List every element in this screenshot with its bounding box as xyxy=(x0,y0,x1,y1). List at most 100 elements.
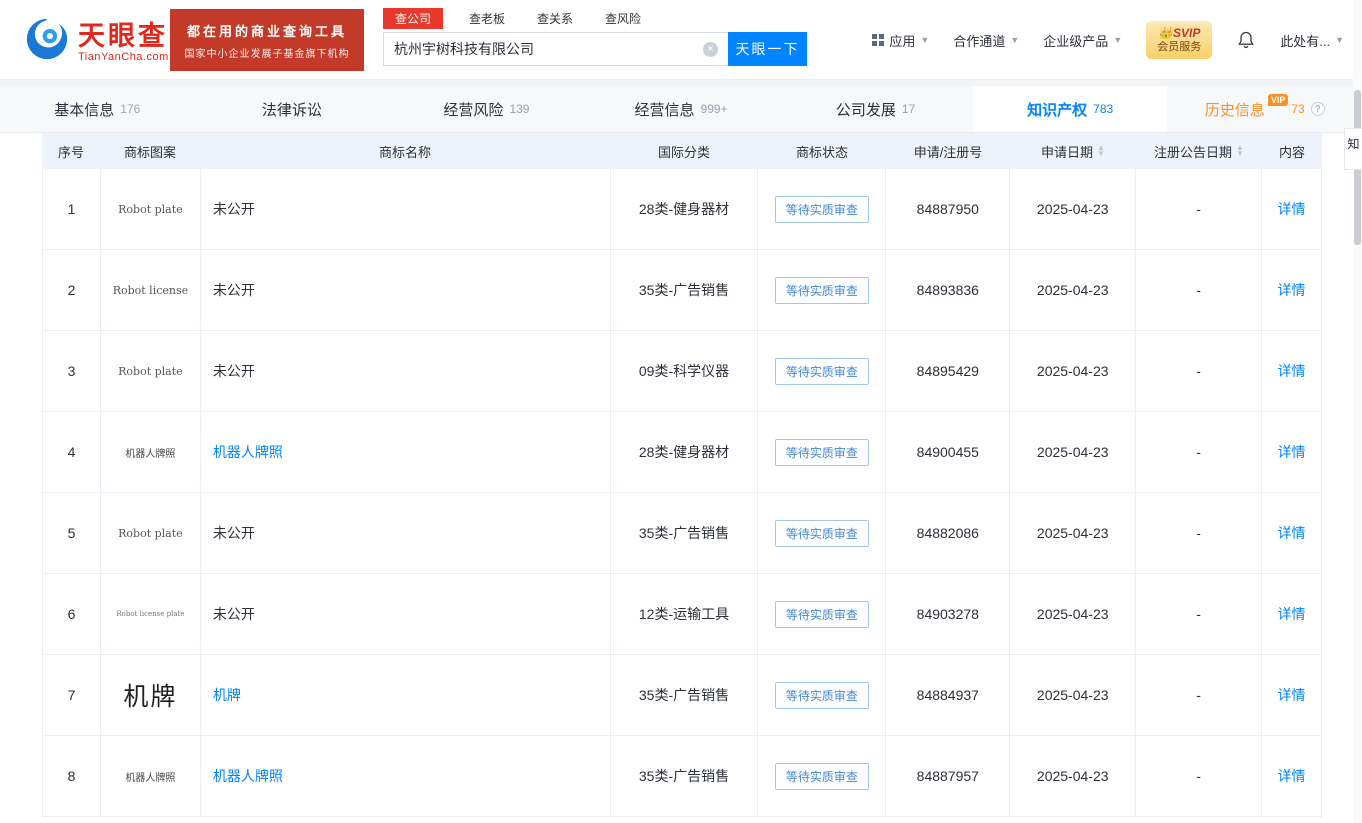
tab-basic-info[interactable]: 基本信息 176 xyxy=(0,86,195,132)
search-tab-risk[interactable]: 查风险 xyxy=(599,8,647,29)
logo[interactable]: 天眼查 TianYanCha.com xyxy=(24,16,169,67)
apply-date-cell: 2025-04-23 xyxy=(1010,331,1137,411)
top-header: 天眼查 TianYanCha.com 都在用的商业查询工具 国家中小企业发展子基… xyxy=(0,0,1362,80)
detail-link[interactable]: 详情 xyxy=(1278,361,1306,381)
tab-operation-risk[interactable]: 经营风险 139 xyxy=(389,86,584,132)
crown-icon: 👑SVIP xyxy=(1158,25,1201,40)
header-nav: 应用 ▼ 合作通道 ▼ 企业级产品 ▼ 👑SVIP 会员服务 此处有... ▼ xyxy=(872,0,1344,80)
reg-number-cell: 84903278 xyxy=(886,574,1011,654)
detail-link[interactable]: 详情 xyxy=(1278,766,1306,786)
trademark-image: Robot license plate xyxy=(116,610,185,618)
detail-link[interactable]: 详情 xyxy=(1278,685,1306,705)
announce-date-cell: - xyxy=(1136,736,1263,816)
trademark-image-cell: Robot plate xyxy=(101,331,201,411)
search-input-wrap: × xyxy=(383,32,728,66)
apply-date-cell: 2025-04-23 xyxy=(1010,250,1137,330)
trademark-name-cell: 未公开 xyxy=(201,250,611,330)
col-header-apply-date[interactable]: 申请日期 ▲ ▼ xyxy=(1010,142,1136,161)
clear-search-icon[interactable]: × xyxy=(703,41,718,57)
trademark-name-cell: 未公开 xyxy=(201,493,611,573)
table-header-row: 序号 商标图案 商标名称 国际分类 商标状态 申请/注册号 申请日期 ▲ ▼ 注册… xyxy=(42,133,1322,169)
trademark-name[interactable]: 机器人牌照 xyxy=(213,442,283,462)
announce-date-cell: - xyxy=(1136,250,1263,330)
status-badge: 等待实质审查 xyxy=(774,438,869,466)
status-badge: 等待实质审查 xyxy=(774,195,869,223)
sort-icon[interactable]: ▲ ▼ xyxy=(1236,144,1244,158)
status-badge: 等待实质审查 xyxy=(774,519,869,547)
trademark-name: 未公开 xyxy=(212,525,255,541)
apply-date-cell: 2025-04-23 xyxy=(1010,574,1137,654)
search-input[interactable] xyxy=(394,41,703,57)
chevron-down-icon: ▼ xyxy=(1113,35,1123,45)
reg-number-cell: 84887957 xyxy=(886,736,1011,816)
status-badge: 等待实质审查 xyxy=(774,276,869,304)
table-row: 4 机器人牌照 机器人牌照 28类-健身器材 等待实质审查 84900455 2… xyxy=(42,412,1323,493)
nav-apps[interactable]: 应用 ▼ xyxy=(872,31,929,50)
announce-date-cell: - xyxy=(1136,412,1263,492)
trademark-image: Robot plate xyxy=(118,526,183,540)
col-header-announce-date[interactable]: 注册公告日期 ▲ ▼ xyxy=(1136,142,1262,161)
search-button[interactable]: 天眼一下 xyxy=(728,32,807,66)
category-cell: 35类-广告销售 xyxy=(611,655,759,735)
notification-bell-icon[interactable] xyxy=(1236,30,1256,50)
help-icon[interactable]: ? xyxy=(1310,102,1325,116)
action-cell: 详情 xyxy=(1262,412,1323,492)
apply-date-cell: 2025-04-23 xyxy=(1010,736,1137,816)
status-badge: 等待实质审查 xyxy=(774,762,869,790)
sort-icon[interactable]: ▲ ▼ xyxy=(1097,144,1105,158)
detail-link[interactable]: 详情 xyxy=(1278,523,1306,543)
action-cell: 详情 xyxy=(1262,169,1323,249)
search-tab-company[interactable]: 查公司 xyxy=(383,7,444,29)
tab-operation-info[interactable]: 经营信息 999+ xyxy=(584,86,779,132)
tab-history-info[interactable]: 历史信息 VIP 73 ? xyxy=(1167,86,1362,132)
row-index: 4 xyxy=(43,412,101,492)
col-header-reg-number: 申请/注册号 xyxy=(913,144,983,160)
trademark-name-cell: 机器人牌照 xyxy=(201,412,611,492)
svip-member-badge[interactable]: 👑SVIP 会员服务 xyxy=(1146,21,1213,59)
search-tab-boss[interactable]: 查老板 xyxy=(463,8,511,29)
row-index: 1 xyxy=(43,169,101,249)
status-cell: 等待实质审查 xyxy=(758,169,887,249)
trademark-table: 序号 商标图案 商标名称 国际分类 商标状态 申请/注册号 申请日期 ▲ ▼ 注册… xyxy=(42,133,1323,817)
detail-link[interactable]: 详情 xyxy=(1278,442,1306,462)
nav-cooperation[interactable]: 合作通道 ▼ xyxy=(953,31,1019,50)
table-row: 3 Robot plate 未公开 09类-科学仪器 等待实质审查 848954… xyxy=(42,331,1323,412)
search-tab-relation[interactable]: 查关系 xyxy=(531,8,579,29)
announce-date-cell: - xyxy=(1136,169,1263,249)
promo-banner: 都在用的商业查询工具 国家中小企业发展子基金旗下机构 xyxy=(170,9,364,71)
trademark-name[interactable]: 机器人牌照 xyxy=(213,766,283,786)
trademark-name[interactable]: 机牌 xyxy=(213,685,241,705)
detail-link[interactable]: 详情 xyxy=(1278,199,1306,219)
row-index: 2 xyxy=(43,250,101,330)
col-header-image: 商标图案 xyxy=(123,144,176,160)
action-cell: 详情 xyxy=(1262,331,1323,411)
reg-number-cell: 84895429 xyxy=(886,331,1011,411)
status-cell: 等待实质审查 xyxy=(758,655,887,735)
announce-date-cell: - xyxy=(1136,655,1263,735)
tianyancha-logo-icon xyxy=(24,16,70,67)
chevron-down-icon: ▼ xyxy=(1010,35,1020,45)
table-row: 1 Robot plate 未公开 28类-健身器材 等待实质审查 848879… xyxy=(42,169,1323,250)
tab-legal-litigation[interactable]: 法律诉讼 xyxy=(195,86,390,132)
detail-link[interactable]: 详情 xyxy=(1278,280,1306,300)
status-cell: 等待实质审查 xyxy=(758,412,887,492)
detail-link[interactable]: 详情 xyxy=(1278,604,1306,624)
col-header-content: 内容 xyxy=(1278,144,1305,160)
section-tabbar: 基本信息 176 法律诉讼 经营风险 139 经营信息 999+ 公司发展 17 知识产… xyxy=(0,86,1362,133)
apply-date-cell: 2025-04-23 xyxy=(1010,493,1137,573)
trademark-image-cell: 机器人牌照 xyxy=(101,412,201,492)
nav-more[interactable]: 此处有... ▼ xyxy=(1280,31,1344,50)
trademark-image-cell: 机牌 xyxy=(101,655,201,735)
announce-date-cell: - xyxy=(1136,493,1263,573)
tab-intellectual-property[interactable]: 知识产权 783 xyxy=(972,86,1168,132)
side-anchor-ip[interactable]: 知 xyxy=(1344,128,1362,170)
nav-enterprise-products[interactable]: 企业级产品 ▼ xyxy=(1043,31,1122,50)
chevron-down-icon: ▼ xyxy=(920,35,930,45)
apply-date-cell: 2025-04-23 xyxy=(1010,412,1137,492)
search-type-tabs: 查公司 查老板 查关系 查风险 xyxy=(383,7,807,29)
table-row: 8 机器人牌照 机器人牌照 35类-广告销售 等待实质审查 84887957 2… xyxy=(42,736,1323,817)
trademark-name: 未公开 xyxy=(212,363,255,379)
tab-company-development[interactable]: 公司发展 17 xyxy=(778,86,973,132)
promo-line1: 都在用的商业查询工具 xyxy=(186,23,347,39)
row-index: 6 xyxy=(43,574,101,654)
